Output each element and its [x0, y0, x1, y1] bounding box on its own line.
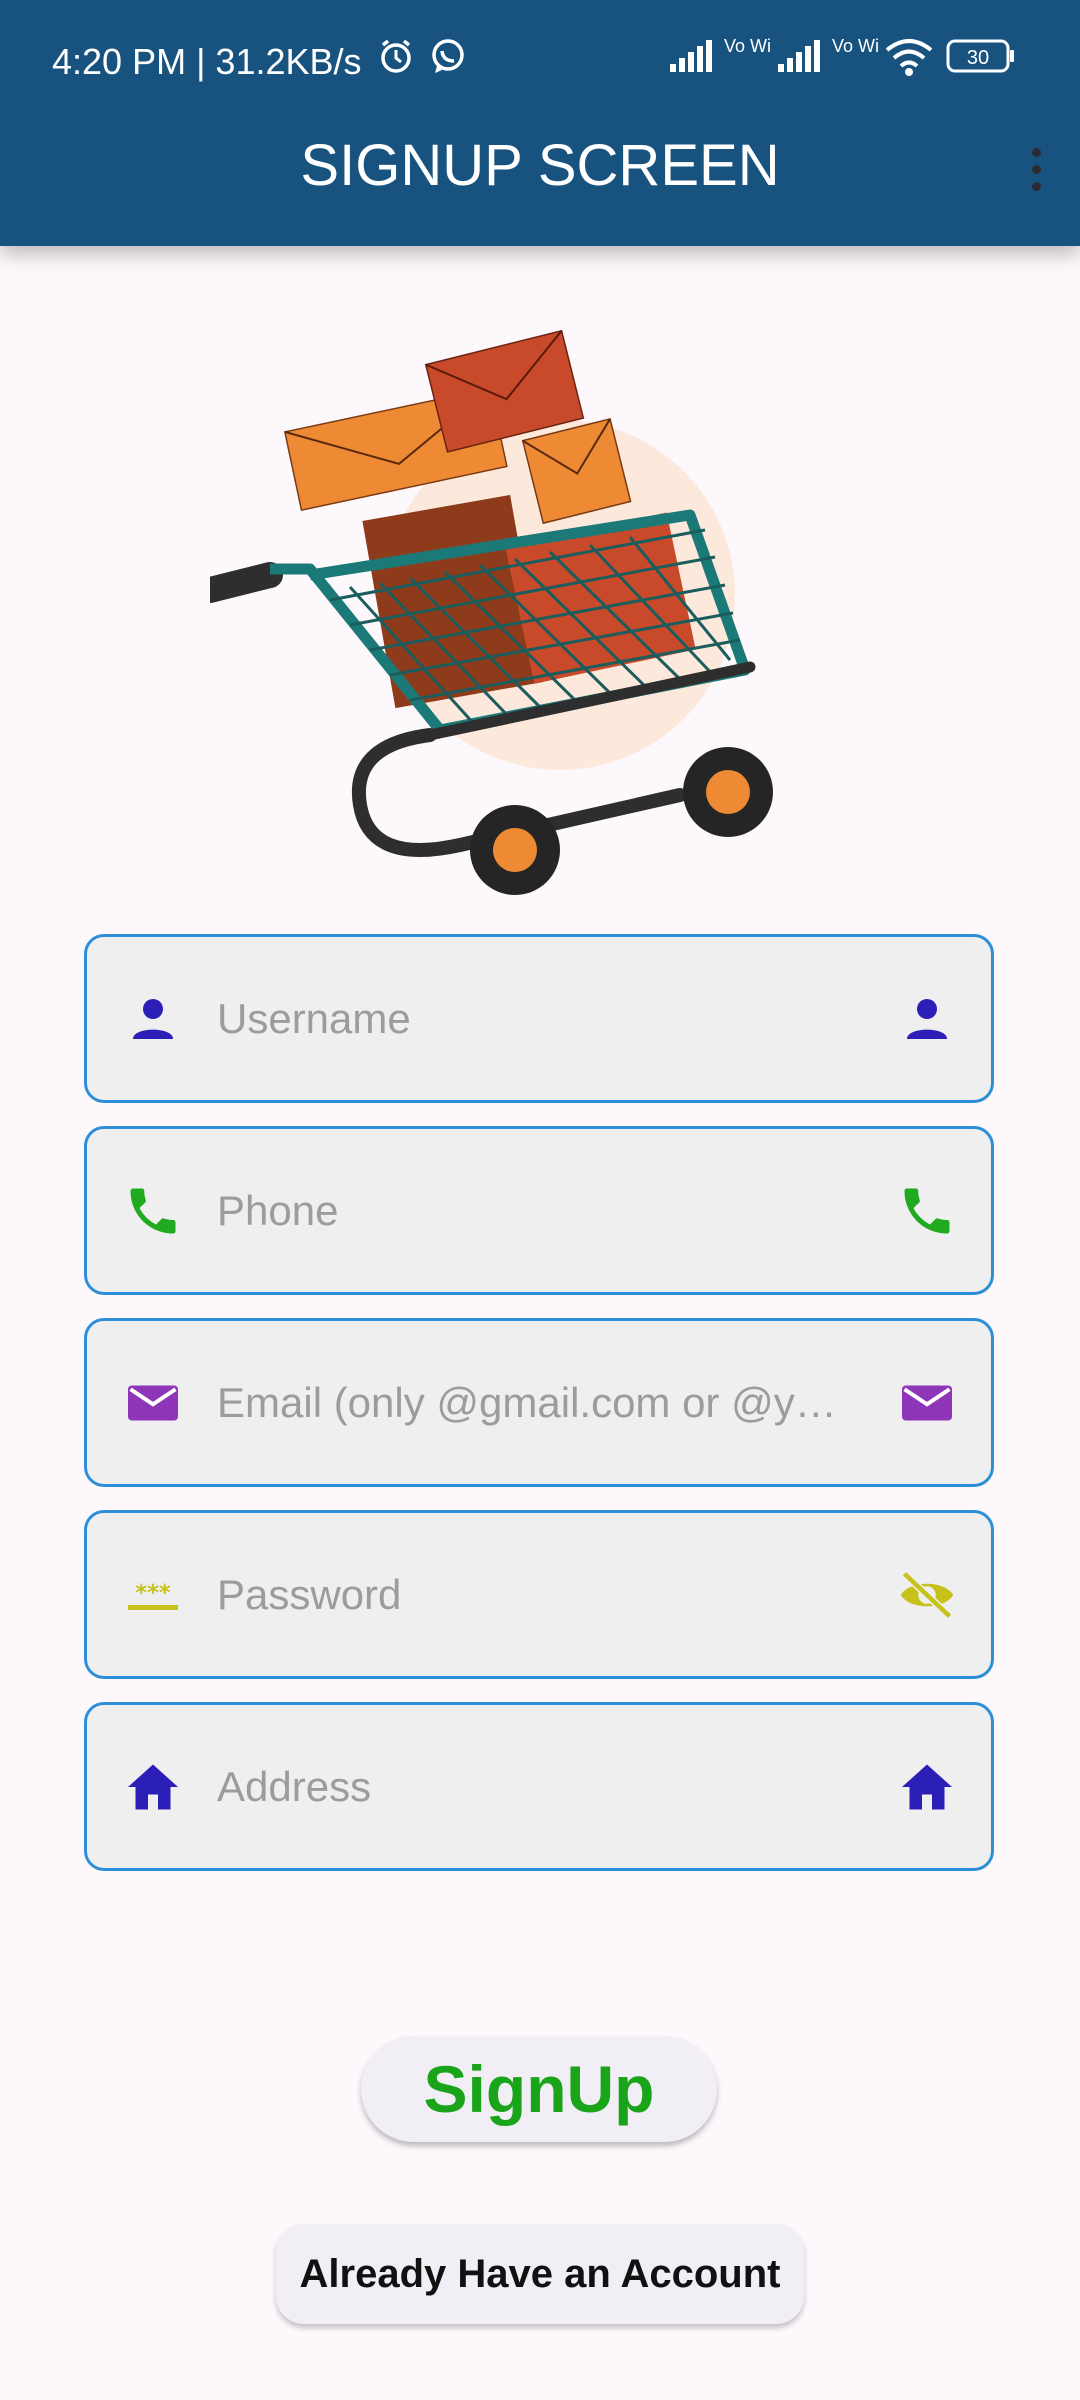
phone-placeholder: Phone — [217, 1186, 339, 1234]
vowifi-icon-2: Vo WiFi — [832, 36, 878, 56]
whatsapp-icon — [432, 39, 464, 73]
app-bar: 4:20 PM | 31.2KB/s Vo WiFi — [0, 0, 1080, 246]
home-icon — [902, 1764, 952, 1809]
home-icon — [128, 1764, 178, 1809]
signal-icon — [670, 40, 712, 72]
network-label-1: Vo WiFi — [724, 36, 770, 56]
address-placeholder: Address — [217, 1762, 372, 1810]
signup-button[interactable]: SignUp — [361, 2036, 717, 2142]
shopping-cart-illustration — [210, 329, 773, 895]
status-time-speed: 4:20 PM | 31.2KB/s — [52, 41, 362, 82]
visibility-off-icon[interactable] — [897, 1565, 957, 1625]
phone-icon — [130, 1188, 176, 1233]
battery-icon: 30 — [946, 39, 1014, 73]
wifi-icon — [885, 39, 933, 76]
battery-level: 30 — [967, 47, 989, 69]
email-field[interactable]: Email (only @gmail.com or @y… — [84, 1318, 994, 1487]
phone-icon — [904, 1188, 950, 1233]
status-bar: 4:20 PM | 31.2KB/s Vo WiFi — [0, 0, 1080, 120]
address-field[interactable]: Address — [84, 1702, 994, 1871]
person-icon — [133, 998, 173, 1039]
username-placeholder: Username — [217, 994, 411, 1042]
network-label-2: Vo WiFi — [832, 36, 878, 56]
vowifi-icon: Vo WiFi — [724, 36, 770, 56]
password-placeholder: Password — [217, 1570, 402, 1618]
email-placeholder: Email (only @gmail.com or @y… — [217, 1378, 837, 1426]
svg-text:***: *** — [135, 1580, 171, 1606]
username-field[interactable]: Username — [84, 934, 994, 1103]
signal-icon-2 — [778, 40, 820, 72]
phone-field[interactable]: Phone — [84, 1126, 994, 1295]
alarm-icon — [381, 39, 411, 73]
password-icon: *** — [128, 1580, 178, 1610]
mail-icon — [128, 1385, 178, 1420]
person-icon — [907, 998, 947, 1039]
mail-icon — [902, 1385, 952, 1420]
password-field[interactable]: *** Password — [84, 1510, 994, 1679]
page-title: SIGNUP SCREEN — [300, 133, 780, 198]
overflow-menu-icon[interactable] — [1030, 148, 1042, 196]
already-have-account-button[interactable]: Already Have an Account — [276, 2224, 804, 2324]
